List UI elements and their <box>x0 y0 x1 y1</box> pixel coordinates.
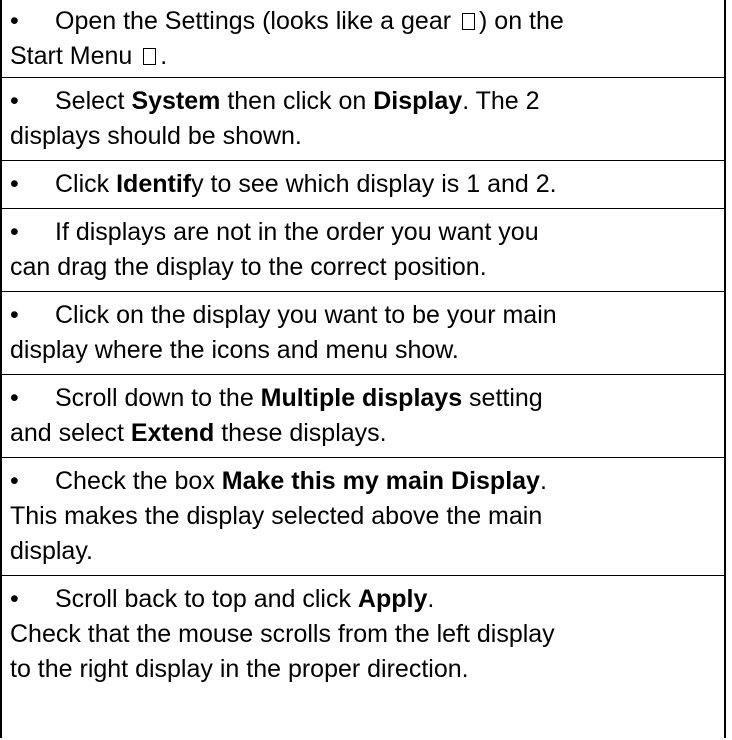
bullet: • <box>10 467 19 495</box>
bullet: • <box>10 87 19 115</box>
line: • Open the Settings (looks like a gear ) … <box>10 4 718 39</box>
keyword-identify: Identif <box>116 170 192 198</box>
text: Select <box>55 87 132 115</box>
line: • Click on the display you want to be you… <box>10 298 718 333</box>
text: Check the box <box>55 467 222 495</box>
line: • Scroll back to top and click Apply. <box>10 582 718 617</box>
text: y to see which display is 1 and 2. <box>191 170 557 198</box>
bullet: • <box>10 7 19 35</box>
keyword-display: Display <box>373 87 463 115</box>
instruction-table: • Open the Settings (looks like a gear ) … <box>0 0 726 738</box>
keyword-make-main-display: Make this my main Display <box>221 467 540 495</box>
text: and select <box>10 419 131 447</box>
bullet: • <box>10 585 19 613</box>
text: . The 2 <box>462 87 540 115</box>
text: Click on the display you want to be your… <box>55 301 557 329</box>
bullet: • <box>10 170 19 198</box>
step-select-main-display: • Click on the display you want to be you… <box>2 291 724 374</box>
keyword-apply: Apply <box>357 585 428 613</box>
step-make-main-display: • Check the box Make this my main Display… <box>2 457 724 575</box>
text: these displays. <box>214 419 387 447</box>
bullet: • <box>10 384 19 412</box>
line: to the right display in the proper direc… <box>10 655 469 683</box>
keyword-multiple-displays: Multiple displays <box>260 384 463 412</box>
text: then click on <box>220 87 374 115</box>
start-menu-icon <box>143 48 157 65</box>
step-drag-display: • If displays are not in the order you wa… <box>2 208 724 291</box>
line: displays should be shown. <box>10 122 302 150</box>
line: Start Menu . <box>10 39 718 74</box>
line: display. <box>10 537 93 565</box>
line: • Scroll down to the Multiple displays se… <box>10 381 718 416</box>
step-select-system-display: • Select System then click on Display. Th… <box>2 77 724 160</box>
text: Start Menu <box>10 42 140 70</box>
step-multiple-displays: • Scroll down to the Multiple displays se… <box>2 374 724 457</box>
line: • If displays are not in the order you wa… <box>10 215 718 250</box>
line: • Check the box Make this my main Display… <box>10 464 718 499</box>
step-open-settings: • Open the Settings (looks like a gear ) … <box>2 0 724 77</box>
step-identify: • Click Identify to see which display is … <box>2 160 724 208</box>
bullet: • <box>10 218 19 246</box>
line: • Select System then click on Display. Th… <box>10 84 718 119</box>
line: display where the icons and menu show. <box>10 336 459 364</box>
text: setting <box>462 384 543 412</box>
line: Check that the mouse scrolls from the le… <box>10 620 555 648</box>
line: This makes the display selected above th… <box>10 502 543 530</box>
text: ) on the <box>479 7 564 35</box>
line: • Click Identify to see which display is … <box>10 167 718 202</box>
text: Click <box>55 170 117 198</box>
text: Scroll down to the <box>55 384 261 412</box>
keyword-system: System <box>131 87 221 115</box>
keyword-extend: Extend <box>130 419 215 447</box>
text: If displays are not in the order you wan… <box>55 218 539 246</box>
text: . <box>160 42 168 70</box>
step-apply: • Scroll back to top and click Apply. Che… <box>2 575 724 691</box>
text: . <box>427 585 435 613</box>
bullet: • <box>10 301 19 329</box>
line: and select Extend these displays. <box>10 416 718 451</box>
text: Scroll back to top and click <box>55 585 358 613</box>
gear-icon <box>462 13 476 30</box>
line: can drag the display to the correct posi… <box>10 253 487 281</box>
text: . <box>539 467 547 495</box>
text: Open the Settings (looks like a gear <box>55 7 459 35</box>
